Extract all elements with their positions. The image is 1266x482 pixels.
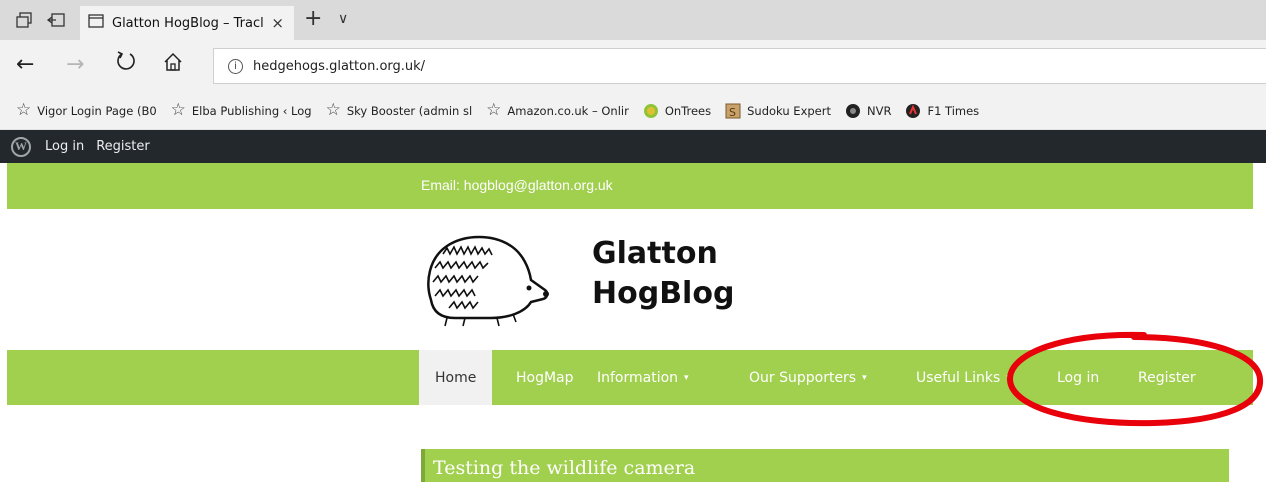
active-tab[interactable]: Glatton HogBlog – Tracl ×	[80, 6, 294, 40]
forward-arrow-icon[interactable]: →	[66, 52, 84, 78]
menu-login[interactable]: Log in	[1057, 350, 1099, 405]
f1-icon	[905, 103, 921, 119]
address-bar[interactable]: i hedgehogs.glatton.org.uk/	[213, 48, 1266, 84]
favorite-item[interactable]: ☆ Sky Booster (admin sl	[326, 102, 473, 119]
menu-home[interactable]: Home	[419, 350, 493, 405]
menu-hogmap[interactable]: HogMap	[516, 350, 574, 405]
nvr-icon	[845, 103, 861, 119]
favorite-item[interactable]: ☆ Amazon.co.uk – Onlir	[486, 102, 629, 119]
site-title-line: Glatton	[592, 236, 718, 271]
tab-title: Glatton HogBlog – Tracl	[112, 15, 264, 31]
contact-email[interactable]: Email: hogblog@glatton.org.uk	[421, 177, 613, 193]
favorite-item[interactable]: OnTrees	[643, 103, 711, 119]
favorite-item[interactable]: F1 Times	[905, 103, 979, 119]
star-icon: ☆	[325, 100, 341, 120]
post-header: Testing the wildlife camera	[421, 449, 1229, 482]
svg-text:S: S	[729, 106, 736, 119]
tab-preview-chevron-icon[interactable]: ∨	[338, 11, 348, 27]
site-info-icon[interactable]: i	[228, 58, 243, 74]
set-tabs-aside-icon[interactable]	[46, 10, 66, 30]
favorites-bar: ☆ Vigor Login Page (B0 ☆ Elba Publishing…	[0, 92, 1266, 130]
back-arrow-icon[interactable]: ←	[16, 52, 34, 78]
star-icon: ☆	[170, 100, 186, 120]
page-icon	[88, 13, 104, 33]
caret-down-icon: ▾	[862, 372, 867, 383]
home-icon[interactable]	[163, 52, 183, 79]
favorite-item[interactable]: S Sudoku Expert	[725, 103, 831, 119]
new-tab-icon[interactable]: +	[304, 8, 322, 30]
refresh-icon[interactable]	[116, 50, 136, 79]
favorite-item[interactable]: NVR	[845, 103, 891, 119]
menu-information[interactable]: Information ▾	[597, 350, 689, 405]
caret-down-icon: ▾	[1006, 372, 1011, 383]
star-icon: ☆	[486, 100, 502, 120]
address-url[interactable]: hedgehogs.glatton.org.uk/	[253, 59, 425, 74]
wordpress-logo-icon[interactable]: W	[11, 136, 31, 157]
sudoku-icon: S	[725, 103, 741, 119]
favorite-item[interactable]: ☆ Vigor Login Page (B0	[16, 102, 157, 119]
menu-useful-links[interactable]: Useful Links ▾	[916, 350, 1011, 405]
tab-bar: Glatton HogBlog – Tracl × + ∨	[0, 0, 1266, 40]
site-title-line: HogBlog	[592, 276, 735, 311]
hedgehog-logo-icon[interactable]	[419, 222, 559, 332]
post-title[interactable]: Testing the wildlife camera	[433, 457, 695, 479]
favorite-item[interactable]: ☆ Elba Publishing ‹ Log	[171, 102, 312, 119]
admin-login-link[interactable]: Log in	[45, 139, 84, 154]
email-banner: Email: hogblog@glatton.org.uk	[7, 163, 1253, 209]
ontrees-icon	[643, 103, 659, 119]
close-tab-icon[interactable]: ×	[271, 14, 284, 32]
site-title[interactable]: Glatton HogBlog	[592, 234, 792, 314]
tab-actions-icon[interactable]	[14, 10, 34, 30]
main-menu: Home HogMap Information ▾ Our Supporters…	[7, 350, 1253, 405]
star-icon: ☆	[16, 100, 32, 120]
wp-admin-bar: W Log in Register	[0, 130, 1266, 163]
menu-our-supporters[interactable]: Our Supporters ▾	[749, 350, 867, 405]
menu-register[interactable]: Register	[1138, 350, 1196, 405]
navigation-bar: ← → i hedgehogs.glatton.org.uk/	[0, 40, 1266, 92]
admin-register-link[interactable]: Register	[96, 139, 150, 154]
caret-down-icon: ▾	[684, 372, 689, 383]
